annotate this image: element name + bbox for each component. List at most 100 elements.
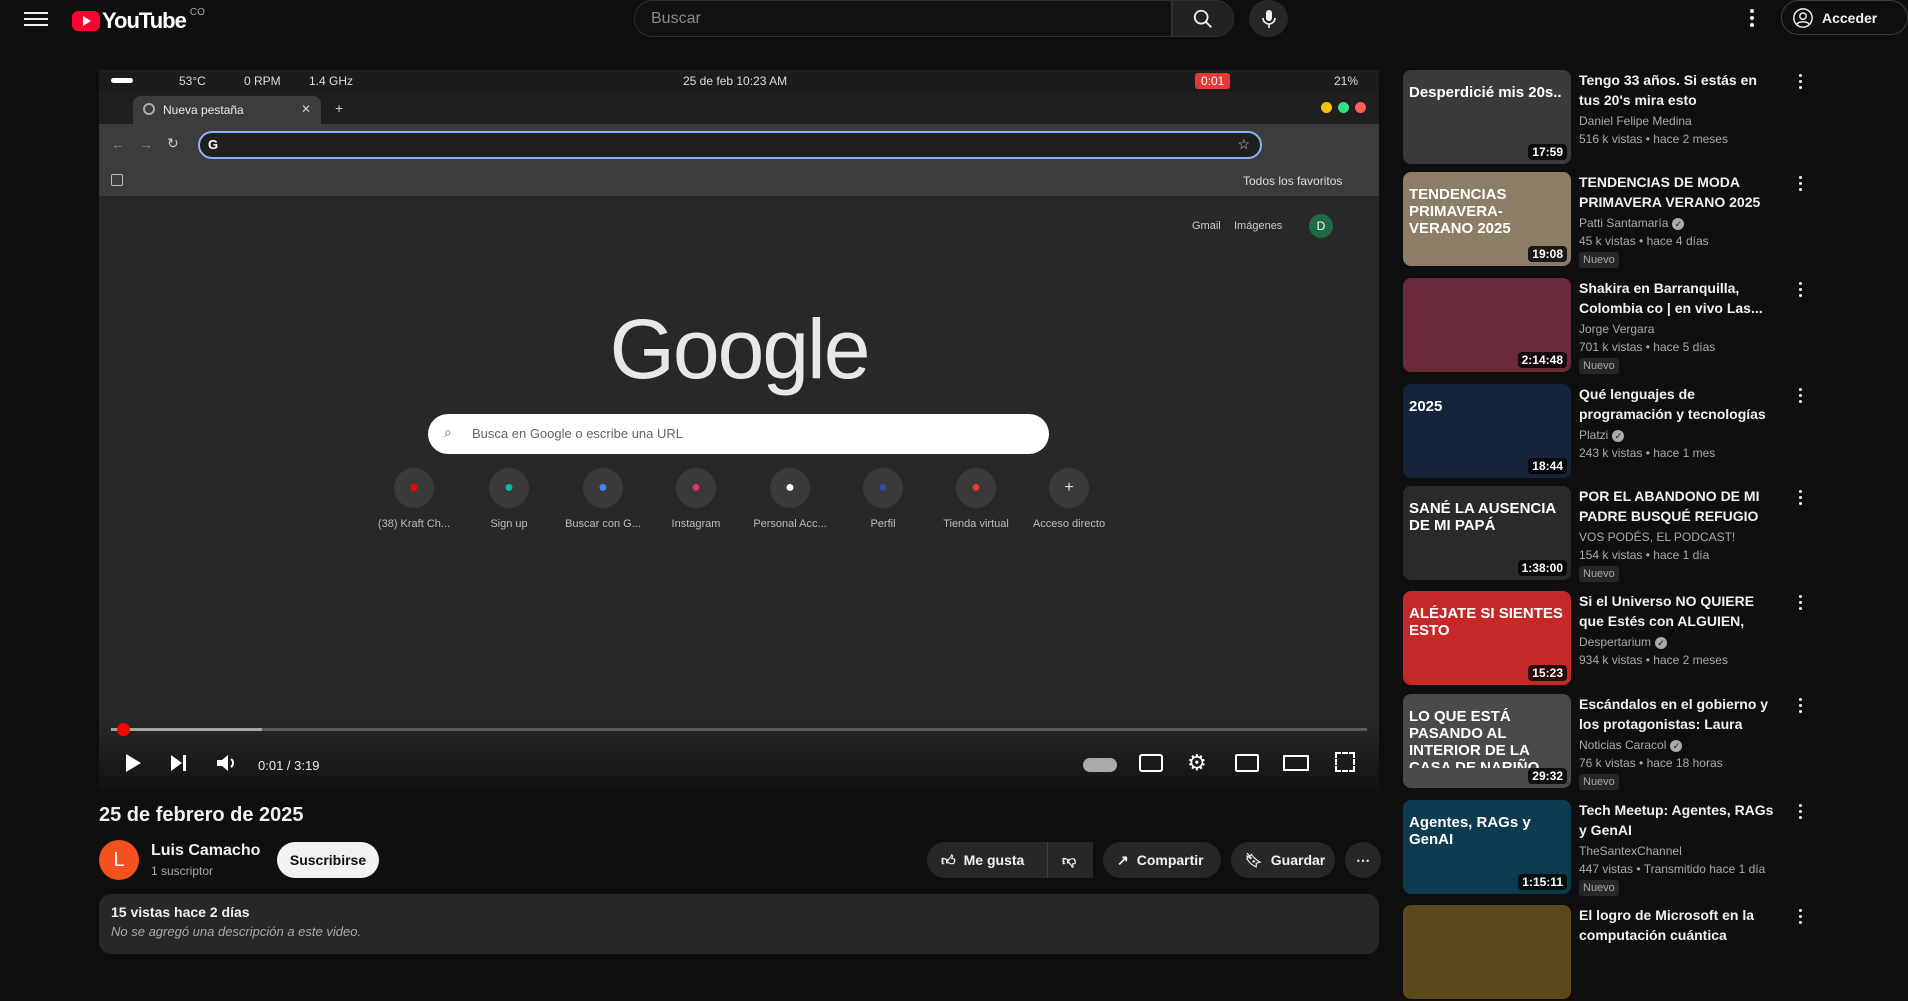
shortcut-label: Buscar con G... <box>565 518 641 530</box>
channel-name[interactable]: Daniel Felipe Medina <box>1579 114 1692 128</box>
video-thumbnail[interactable]: 2:14:48 <box>1403 278 1571 372</box>
autoplay-toggle[interactable] <box>1083 758 1117 772</box>
video-title[interactable]: Escándalos en el gobierno y los protagon… <box>1579 694 1779 734</box>
more-options-icon[interactable] <box>1793 490 1807 510</box>
channel-name[interactable]: Luis Camacho <box>151 842 260 860</box>
video-title[interactable]: TENDENCIAS DE MODA PRIMAVERA VERANO 2025… <box>1579 172 1779 212</box>
more-options-icon[interactable] <box>1793 388 1807 408</box>
view-count: 243 k vistas <box>1579 446 1643 460</box>
youtube-logo[interactable]: YouTube CO <box>72 7 205 34</box>
thumbnail-text: ALÉJATE SI SIENTES ESTO <box>1409 605 1563 639</box>
recommended-video[interactable]: Agentes, RAGs y GenAI 1:15:11 Tech Meetup:… <box>1403 800 1903 896</box>
more-options-icon[interactable] <box>1793 698 1807 718</box>
new-badge: Nuevo <box>1579 358 1619 374</box>
volume-icon[interactable] <box>215 753 239 773</box>
upload-age: Transmitido hace 1 día <box>1643 862 1766 876</box>
video-meta: 447 vistas • Transmitido hace 1 día <box>1579 862 1766 876</box>
microphone-icon <box>1261 9 1276 28</box>
video-thumbnail[interactable]: LO QUE ESTÁ PASANDO AL INTERIOR DE LA CA… <box>1403 694 1571 788</box>
subtitles-icon[interactable] <box>1139 754 1163 772</box>
next-icon[interactable] <box>169 754 189 772</box>
upload-age: hace 5 días <box>1653 340 1716 354</box>
view-count: 701 k vistas <box>1579 340 1643 354</box>
voice-search-button[interactable] <box>1249 0 1288 37</box>
video-thumbnail[interactable]: SANÉ LA AUSENCIA DE MI PAPÁ 1:38:00 <box>1403 486 1571 580</box>
github-icon: ● <box>770 468 810 508</box>
thumbnail-text: 2025 <box>1409 398 1443 415</box>
video-title[interactable]: Tech Meetup: Agentes, RAGs y GenAI <box>1579 800 1779 840</box>
search-button[interactable] <box>1172 0 1234 37</box>
video-thumbnail[interactable]: ALÉJATE SI SIENTES ESTO 15:23 <box>1403 591 1571 685</box>
video-title[interactable]: Si el Universo NO QUIERE que Estés con A… <box>1579 591 1779 631</box>
share-button[interactable]: ↗ Compartir <box>1103 842 1221 878</box>
channel-avatar[interactable]: L <box>99 840 139 880</box>
google-icon: ● <box>583 468 623 508</box>
description-text: No se agregó una descripción a este vide… <box>111 924 362 939</box>
video-title[interactable]: Qué lenguajes de programación y tecnolog… <box>1579 384 1779 424</box>
description-box[interactable]: 15 vistas hace 2 días No se agregó una d… <box>99 894 1379 954</box>
channel-name[interactable]: Jorge Vergara <box>1579 322 1654 336</box>
channel-name[interactable]: Patti Santamaría ✓ <box>1579 216 1685 230</box>
os-temp: 53°C <box>179 74 206 88</box>
video-title[interactable]: Shakira en Barranquilla, Colombia co | e… <box>1579 278 1779 318</box>
recommended-video[interactable]: TENDENCIAS PRIMAVERA-VERANO 2025 19:08 TEN… <box>1403 172 1903 268</box>
more-options-icon[interactable] <box>1793 282 1807 302</box>
recommended-video[interactable]: El logro de Microsoft en la computación … <box>1403 905 1903 1001</box>
more-options-icon[interactable] <box>1793 804 1807 824</box>
video-title: 25 de febrero de 2025 <box>99 804 304 826</box>
recommended-video[interactable]: LO QUE ESTÁ PASANDO AL INTERIOR DE LA CA… <box>1403 694 1903 790</box>
video-thumbnail[interactable]: TENDENCIAS PRIMAVERA-VERANO 2025 19:08 <box>1403 172 1571 266</box>
upload-age: hace 2 meses <box>1653 653 1728 667</box>
channel-name[interactable]: Noticias Caracol ✓ <box>1579 738 1683 752</box>
subscribe-button[interactable]: Suscribirse <box>277 842 379 878</box>
video-thumbnail[interactable] <box>1403 905 1571 999</box>
miniplayer-icon[interactable] <box>1235 754 1259 772</box>
more-horizontal-icon: ⋯ <box>1356 851 1370 868</box>
theater-mode-icon[interactable] <box>1283 755 1309 771</box>
video-meta: 701 k vistas • hace 5 días <box>1579 340 1716 354</box>
recommended-video[interactable]: SANÉ LA AUSENCIA DE MI PAPÁ 1:38:00 POR EL… <box>1403 486 1903 582</box>
progress-bar[interactable] <box>111 723 1367 736</box>
signin-button[interactable]: Acceder <box>1781 0 1908 35</box>
more-options-icon[interactable] <box>1793 595 1807 615</box>
channel-name[interactable]: Platzi ✓ <box>1579 428 1625 442</box>
more-options-icon[interactable] <box>1793 176 1807 196</box>
video-title[interactable]: El logro de Microsoft en la computación … <box>1579 905 1779 945</box>
play-icon[interactable] <box>123 752 143 774</box>
video-meta: 243 k vistas • hace 1 mes <box>1579 446 1716 460</box>
channel-name[interactable]: TheSantexChannel <box>1579 844 1682 858</box>
more-options-icon[interactable] <box>1793 74 1807 94</box>
dislike-button[interactable]: 👎︎ <box>1047 842 1093 878</box>
video-thumbnail[interactable]: Desperdicié mis 20s.. 17:59 <box>1403 70 1571 164</box>
menu-icon[interactable] <box>24 8 48 28</box>
save-button[interactable]: 🔖︎ Guardar <box>1231 842 1335 878</box>
video-title[interactable]: POR EL ABANDONO DE MI PADRE BUSQUÉ REFUG… <box>1579 486 1779 526</box>
channel-name[interactable]: VOS PODÉS, EL PODCAST! <box>1579 530 1735 544</box>
recommended-video[interactable]: 2025 18:44 Qué lenguajes de programación y… <box>1403 384 1903 480</box>
scrubber-handle[interactable] <box>117 723 131 736</box>
settings-gear-icon[interactable]: ⚙ <box>1187 750 1207 776</box>
window-close-icon <box>1355 102 1366 113</box>
time-display: 0:01 / 3:19 <box>258 758 320 773</box>
verified-icon: ✓ <box>1670 740 1683 752</box>
video-thumbnail[interactable]: 2025 18:44 <box>1403 384 1571 478</box>
fullscreen-icon[interactable] <box>1335 752 1355 772</box>
duration-badge: 17:59 <box>1528 144 1567 160</box>
duration-badge: 15:23 <box>1528 665 1567 681</box>
settings-kebab-icon[interactable] <box>1742 6 1762 30</box>
view-count: 154 k vistas <box>1579 548 1643 562</box>
search-input[interactable]: Buscar <box>634 0 1172 37</box>
video-thumbnail[interactable]: Agentes, RAGs y GenAI 1:15:11 <box>1403 800 1571 894</box>
more-actions-button[interactable]: ⋯ <box>1345 842 1381 878</box>
video-title[interactable]: Tengo 33 años. Si estás en tus 20's mira… <box>1579 70 1779 110</box>
more-options-icon[interactable] <box>1793 909 1807 929</box>
recommended-video[interactable]: Desperdicié mis 20s.. 17:59 Tengo 33 años.… <box>1403 70 1903 166</box>
upload-age: hace 1 día <box>1653 548 1710 562</box>
recommended-video[interactable]: 2:14:48 Shakira en Barranquilla, Colombia… <box>1403 278 1903 374</box>
thumbs-down-icon: 👎︎ <box>1062 851 1077 868</box>
new-badge: Nuevo <box>1579 880 1619 896</box>
recommended-video[interactable]: ALÉJATE SI SIENTES ESTO 15:23 Si el Univer… <box>1403 591 1903 687</box>
google-g-icon: G <box>208 137 219 152</box>
video-player[interactable]: 53°C 0 RPM 1.4 GHz 25 de feb 10:23 AM 0:… <box>99 70 1379 790</box>
channel-name[interactable]: Despertarium ✓ <box>1579 635 1668 649</box>
